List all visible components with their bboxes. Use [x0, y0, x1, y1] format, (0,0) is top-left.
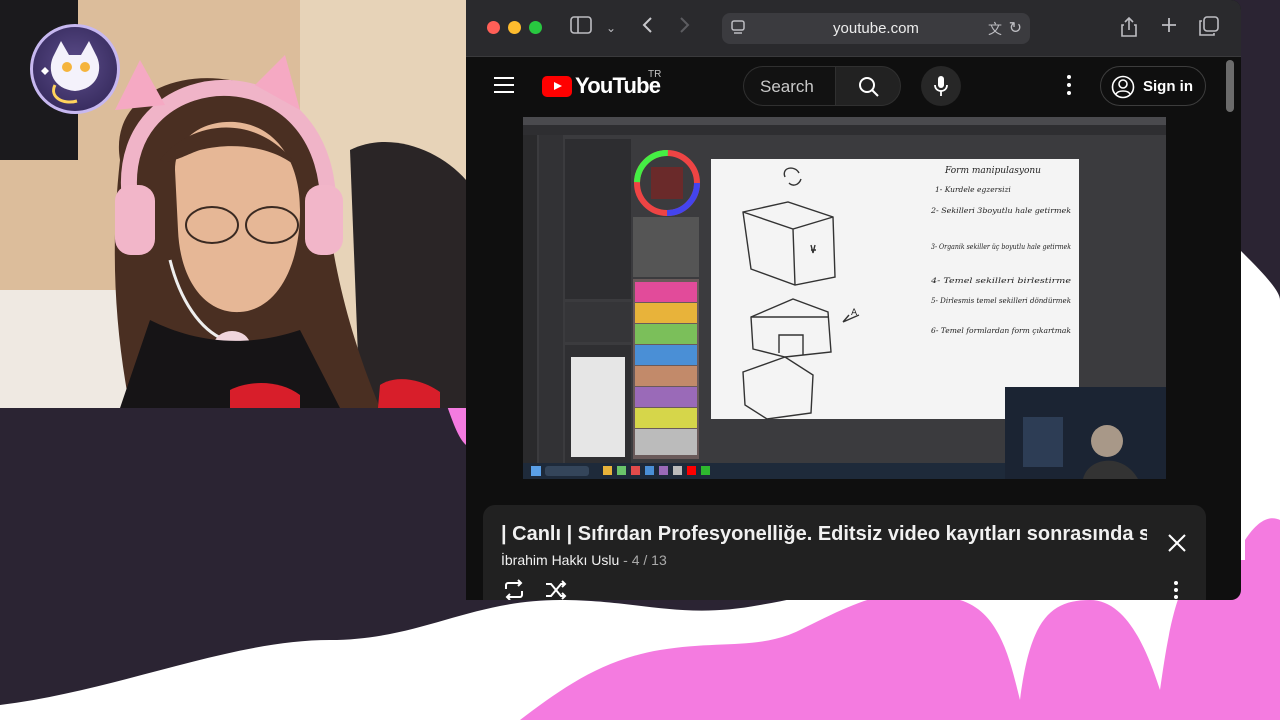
chevron-down-icon[interactable]: ⌄: [598, 16, 624, 40]
playlist-more-icon[interactable]: [1174, 581, 1180, 600]
account-icon: [1111, 75, 1135, 99]
mic-icon: [934, 76, 948, 96]
browser-toolbar: ⌄ youtube.com 文 ↻: [466, 0, 1241, 57]
more-options-icon[interactable]: [1066, 75, 1072, 97]
whiteboard-line: 6- Temel formlardan form çıkartmak: [931, 326, 1071, 335]
reload-icon[interactable]: ↻: [1009, 18, 1022, 38]
whiteboard-line: 1- Kurdele egzersizi: [935, 185, 1011, 194]
whiteboard-line: 2- Sekilleri 3boyutlu hale getirmek: [930, 206, 1072, 215]
search-placeholder: Search: [760, 77, 814, 96]
whiteboard-line: 5- Dirlesmis temel sekilleri döndürmek: [931, 296, 1071, 305]
translate-icon[interactable]: 文: [988, 19, 1002, 39]
search-icon: [859, 77, 879, 97]
minimize-window-button[interactable]: [508, 21, 521, 34]
voice-search-button[interactable]: [921, 66, 961, 106]
youtube-play-icon: [542, 75, 572, 97]
share-icon[interactable]: [1116, 16, 1142, 40]
close-icon[interactable]: [1165, 531, 1189, 555]
menu-icon[interactable]: [494, 77, 514, 93]
search-button[interactable]: [835, 66, 901, 106]
plus-icon[interactable]: [1156, 16, 1182, 40]
loop-icon[interactable]: [501, 577, 527, 600]
whiteboard-line: 4- Temel sekilleri birlestirme: [930, 276, 1072, 285]
whiteboard-title: Form manipulasyonu: [944, 166, 1041, 176]
back-icon[interactable]: [634, 16, 660, 40]
playlist-separator: -: [619, 552, 632, 568]
video-player[interactable]: Form manipulasyonu 1- Kurdele egzersizi …: [523, 117, 1166, 479]
close-window-button[interactable]: [487, 21, 500, 34]
zoom-window-button[interactable]: [529, 21, 542, 34]
playlist-channel[interactable]: İbrahim Hakkı Uslu: [501, 552, 619, 568]
playlist-panel: | Canlı | Sıfırdan Profesyonelliğe. Edit…: [483, 505, 1206, 600]
sidebar-icon[interactable]: [568, 16, 594, 40]
shuffle-icon[interactable]: [543, 577, 569, 600]
webcam-feed: [0, 0, 466, 408]
youtube-logo[interactable]: YouTube: [542, 73, 661, 99]
page-scrollbar[interactable]: [1226, 60, 1234, 112]
address-bar[interactable]: youtube.com 文 ↻: [722, 13, 1030, 44]
search-input[interactable]: Search: [743, 66, 835, 106]
forward-icon[interactable]: [672, 16, 698, 40]
playlist-meta: İbrahim Hakkı Uslu - 4 / 13: [501, 552, 667, 568]
browser-window: ⌄ youtube.com 文 ↻ YouTube TR Search Sign…: [466, 0, 1241, 600]
playlist-title[interactable]: | Canlı | Sıfırdan Profesyonelliğe. Edit…: [501, 523, 1147, 546]
sign-in-label: Sign in: [1143, 78, 1193, 95]
whiteboard-line: 3- Organik sekiller üç boyutlu hale geti…: [931, 242, 1071, 251]
youtube-header: YouTube TR Search Sign in: [466, 57, 1241, 115]
sign-in-button[interactable]: Sign in: [1100, 66, 1206, 106]
tabs-icon[interactable]: [1196, 16, 1222, 40]
label-a: A: [851, 308, 858, 318]
country-code: TR: [648, 69, 662, 80]
streamer-logo: [30, 24, 120, 114]
url-text: youtube.com: [833, 20, 919, 37]
playlist-position: 4 / 13: [631, 552, 667, 568]
